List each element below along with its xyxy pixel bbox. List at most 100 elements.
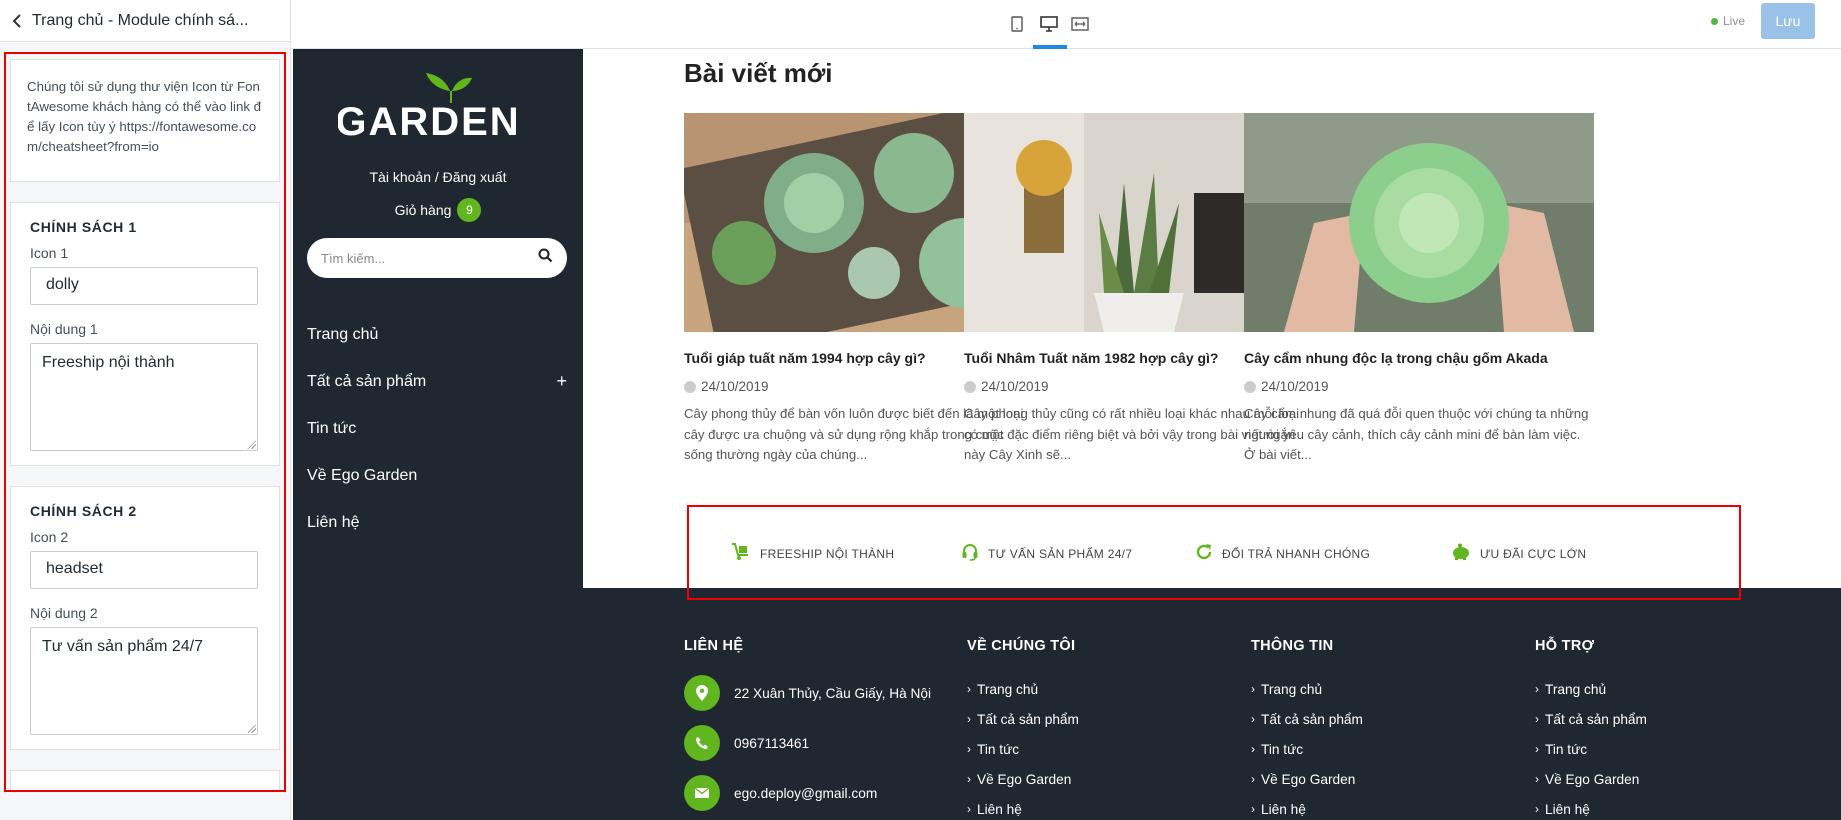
blog-heading: Bài viết mới — [684, 58, 833, 88]
menu-item-home[interactable]: Trang chủ — [307, 311, 569, 358]
footer-link-label: Tất cả sản phẩm — [1545, 711, 1647, 727]
footer-link-label: Về Ego Garden — [1261, 771, 1356, 787]
desktop-view-icon[interactable] — [1037, 12, 1061, 36]
footer-link[interactable]: › Liên hệ — [1251, 794, 1363, 820]
menu-item-contact[interactable]: Liên hệ — [307, 499, 569, 546]
section-title: CHÍNH SÁCH 1 — [30, 219, 137, 235]
footer-link-label: Trang chủ — [1545, 681, 1607, 697]
footer-link[interactable]: › Trang chủ — [1251, 674, 1363, 704]
menu-item-about[interactable]: Về Ego Garden — [307, 452, 569, 499]
chevron-right-icon: › — [967, 682, 971, 696]
footer-link[interactable]: › Liên hệ — [967, 794, 1079, 820]
footer-link[interactable]: › Liên hệ — [1535, 794, 1647, 820]
fontawesome-note: Chúng tôi sử dụng thư viện Icon từ FontA… — [10, 59, 280, 182]
footer-link[interactable]: › Tin tức — [967, 734, 1079, 764]
main-content: Bài viết mới Tuổi giáp tuất năm 1994 hợp… — [583, 49, 1841, 820]
menu-label: Tin tức — [307, 419, 357, 437]
footer-column-about: VỀ CHÚNG TÔI › Trang chủ › Tất cả sản phẩm… — [967, 638, 1079, 820]
panel-header: Trang chủ - Module chính sá... — [0, 0, 290, 42]
footer-link-label: Liên hệ — [1261, 801, 1306, 817]
footer-heading: HỖ TRỢ — [1535, 638, 1595, 654]
redo-icon — [1195, 543, 1222, 564]
post-date: 24/10/2019 — [1244, 379, 1594, 394]
textarea-value: Tư vấn sản phẩm 24/7 — [42, 638, 204, 655]
chevron-right-icon: › — [1535, 742, 1539, 756]
garden-logo[interactable]: GARDEN — [335, 69, 519, 144]
site-footer: LIÊN HỆ 22 Xuân Thủy, Cầu Giấy, Hà Nội 0… — [583, 588, 1841, 820]
post-date-text: 24/10/2019 — [1261, 379, 1329, 394]
footer-link-label: Liên hệ — [977, 801, 1022, 817]
menu-item-products[interactable]: Tất cả sản phẩm + — [307, 358, 569, 405]
footer-link[interactable]: › Tất cả sản phẩm — [967, 704, 1079, 734]
footer-link-label: Tất cả sản phẩm — [1261, 711, 1363, 727]
mobile-view-icon[interactable] — [1005, 12, 1029, 36]
footer-link[interactable]: › Về Ego Garden — [1535, 764, 1647, 794]
cart-link[interactable]: Giỏ hàng 9 — [293, 198, 583, 222]
back-icon[interactable] — [6, 10, 28, 32]
footer-link-label: Tất cả sản phẩm — [977, 711, 1079, 727]
chevron-right-icon: › — [1251, 772, 1255, 786]
chevron-right-icon: › — [967, 802, 971, 816]
content-2-textarea[interactable]: Tư vấn sản phẩm 24/7 — [30, 627, 258, 735]
footer-link[interactable]: › Tất cả sản phẩm — [1535, 704, 1647, 734]
search-icon[interactable] — [538, 248, 553, 268]
theme-editor: Trang chủ - Module chính sá... Chúng tôi… — [0, 0, 1841, 820]
footer-link[interactable]: › Trang chủ — [1535, 674, 1647, 704]
cart-count-badge: 9 — [457, 198, 482, 222]
footer-link[interactable]: › Về Ego Garden — [967, 764, 1079, 794]
main-menu: Trang chủ Tất cả sản phẩm + Tin tức Về Eg… — [307, 311, 569, 546]
footer-heading: THÔNG TIN — [1251, 638, 1334, 654]
chevron-right-icon: › — [967, 772, 971, 786]
editor-toolbar: Live Lưu — [291, 0, 1841, 49]
fullwidth-view-icon[interactable] — [1068, 12, 1092, 36]
chevron-right-icon: › — [1535, 772, 1539, 786]
footer-link[interactable]: › Về Ego Garden — [1251, 764, 1363, 794]
policy-item: ĐỔI TRẢ NHANH CHÓNG — [1195, 543, 1370, 564]
save-button[interactable]: Lưu — [1761, 3, 1815, 39]
chevron-right-icon: › — [1251, 712, 1255, 726]
post-thumbnail[interactable] — [1244, 113, 1594, 332]
email-text[interactable]: ego.deploy@gmail.com — [734, 786, 877, 801]
piggy-bank-icon — [1451, 543, 1480, 564]
resize-grip-icon[interactable] — [247, 440, 256, 449]
search-box[interactable]: Tìm kiếm... — [307, 238, 567, 278]
icon-1-input[interactable]: dolly — [30, 267, 258, 305]
policy-section-3 — [10, 770, 280, 790]
policy-label: TƯ VẤN SẢN PHẨM 24/7 — [988, 546, 1133, 561]
headset-icon — [961, 543, 988, 564]
menu-label: Liên hệ — [307, 513, 360, 531]
post-excerpt: Cây cẩm nhung đã quá đỗi quen thuộc với … — [1244, 406, 1589, 462]
search-input[interactable]: Tìm kiếm... — [321, 251, 538, 266]
phone-text[interactable]: 0967113461 — [734, 736, 809, 751]
map-marker-icon — [684, 675, 720, 711]
panel-body[interactable]: Chúng tôi sử dụng thư viện Icon từ FontA… — [4, 52, 286, 792]
icon-label: Icon 1 — [30, 245, 69, 261]
email-row: ego.deploy@gmail.com — [684, 768, 931, 818]
account-links[interactable]: Tài khoản / Đăng xuất — [293, 169, 583, 185]
expand-plus-icon[interactable]: + — [556, 371, 567, 392]
policy-section-1: CHÍNH SÁCH 1 Icon 1 dolly Nội dung 1 Fre… — [10, 202, 280, 466]
footer-heading: VỀ CHÚNG TÔI — [967, 638, 1076, 654]
clock-icon — [1244, 380, 1256, 393]
chevron-right-icon: › — [967, 742, 971, 756]
footer-link[interactable]: › Tất cả sản phẩm — [1251, 704, 1363, 734]
section-title: CHÍNH SÁCH 2 — [30, 503, 137, 519]
policy-item: TƯ VẤN SẢN PHẨM 24/7 — [961, 543, 1132, 564]
footer-link[interactable]: › Tin tức — [1251, 734, 1363, 764]
footer-contact: LIÊN HỆ 22 Xuân Thủy, Cầu Giấy, Hà Nội 0… — [684, 638, 931, 818]
post-title[interactable]: Cây cẩm nhung độc lạ trong chậu gốm Akad… — [1244, 348, 1594, 368]
menu-item-news[interactable]: Tin tức — [307, 405, 569, 452]
footer-link-label: Về Ego Garden — [1545, 771, 1640, 787]
resize-grip-icon[interactable] — [247, 724, 256, 733]
live-dot-icon — [1711, 17, 1718, 25]
footer-link[interactable]: › Trang chủ — [967, 674, 1079, 704]
post-date-text: 24/10/2019 — [981, 379, 1049, 394]
footer-link[interactable]: › Tin tức — [1535, 734, 1647, 764]
address-text: 22 Xuân Thủy, Cầu Giấy, Hà Nội — [734, 685, 932, 701]
footer-link-label: Trang chủ — [977, 681, 1039, 697]
chevron-right-icon: › — [967, 712, 971, 726]
footer-column-info: THÔNG TIN › Trang chủ › Tất cả sản phẩm › T… — [1251, 638, 1363, 820]
content-1-textarea[interactable]: Freeship nội thành — [30, 343, 258, 451]
icon-2-input[interactable]: headset — [30, 551, 258, 589]
footer-link-label: Tin tức — [1261, 741, 1304, 757]
